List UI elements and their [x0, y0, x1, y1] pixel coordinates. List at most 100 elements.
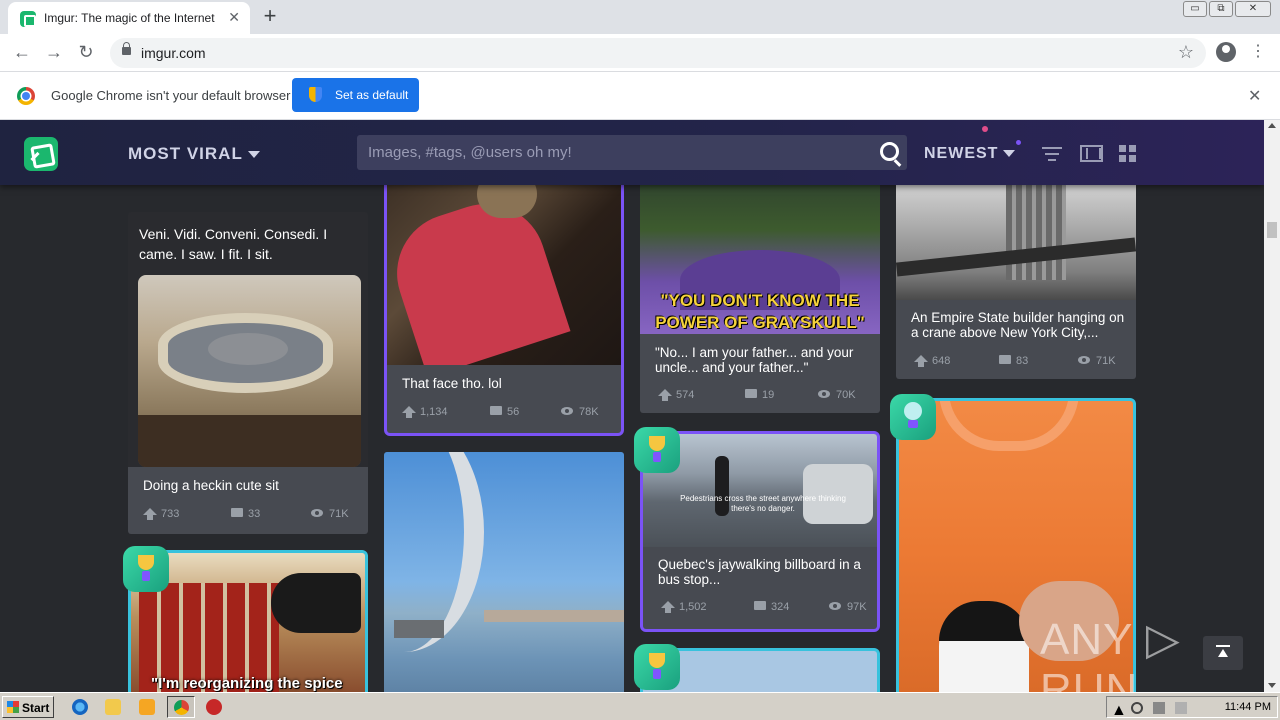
minimize-button[interactable]: ▭ [1183, 1, 1207, 17]
meme-text: "YOU DON'T KNOW THE POWER OF GRAYSKULL" [655, 291, 865, 332]
restore-button[interactable]: ⧉ [1209, 1, 1233, 17]
flag-icon[interactable] [1175, 702, 1187, 714]
scroll-down-arrow-icon[interactable] [1268, 683, 1276, 688]
tab-close-icon[interactable]: ✕ [228, 9, 240, 26]
comment-count: 56 [489, 406, 520, 418]
back-arrow-icon[interactable]: ← [10, 42, 34, 63]
system-tray: ▲ 11:44 PM [1106, 696, 1278, 719]
post-image[interactable] [387, 170, 621, 365]
post-image[interactable] [138, 275, 361, 467]
post-image[interactable]: "YOU DON'T KNOW THE POWER OF GRAYSKULL" [640, 160, 880, 334]
browser-tab[interactable]: Imgur: The magic of the Internet ✕ [8, 2, 250, 34]
shirt-collar-shape [939, 401, 1079, 451]
upvote-count: 1,502 [661, 601, 707, 613]
reload-icon[interactable]: ↻ [74, 42, 98, 63]
section-label: MOST VIRAL [128, 144, 243, 163]
imgur-header: MOST VIRAL NEWEST [0, 120, 1264, 185]
search-bar[interactable] [357, 135, 907, 170]
view-count: 97K [829, 601, 867, 613]
cat-shape [208, 333, 288, 365]
post-card[interactable]: Veni. Vidi. Conveni. Consedi. I came. I … [128, 212, 368, 534]
chrome-taskbar-button[interactable] [167, 696, 195, 718]
post-card[interactable] [384, 452, 624, 692]
infobar-close-icon[interactable]: ✕ [1248, 86, 1261, 106]
single-view-icon[interactable] [1080, 145, 1103, 162]
billboard-text: Pedestrians cross the street anywhere th… [680, 494, 846, 513]
back-to-top-button[interactable] [1203, 636, 1243, 670]
post-card[interactable]: That face tho. lol 1,134 56 78K [387, 170, 621, 433]
upvote-count: 574 [657, 389, 695, 401]
address-bar[interactable]: imgur.com ☆ [110, 38, 1206, 68]
post-title[interactable]: That face tho. lol [402, 376, 502, 391]
view-count: 71K [311, 508, 349, 520]
upvote-count: 1,134 [402, 406, 448, 418]
filter-icon[interactable] [1042, 147, 1062, 161]
lock-icon[interactable] [122, 42, 131, 55]
page-scrollbar[interactable] [1264, 120, 1280, 692]
boat-shape [394, 620, 444, 638]
comment-count: 19 [744, 389, 775, 401]
new-tab-button[interactable]: + [258, 4, 282, 28]
post-title[interactable]: Doing a heckin cute sit [143, 478, 279, 493]
trophy-badge [123, 546, 169, 592]
kitten-fur-shape [939, 601, 1029, 641]
decor-dot [982, 126, 988, 132]
trophy-icon [138, 555, 154, 581]
imgur-favicon-icon [20, 11, 36, 27]
view-count: 70K [818, 389, 856, 401]
chrome-menu-icon[interactable]: ⋮ [1250, 41, 1266, 61]
post-image[interactable] [384, 452, 624, 692]
media-player-icon[interactable] [139, 699, 155, 715]
sort-label: NEWEST [924, 145, 999, 162]
post-stats: 648 83 71K [911, 353, 1121, 369]
post-card[interactable]: "YOU DON'T KNOW THE POWER OF GRAYSKULL" … [640, 160, 880, 413]
skyscraper-shape [1006, 180, 1066, 280]
post-stats: 1,134 56 78K [402, 404, 606, 420]
grid-view-icon[interactable] [1119, 145, 1137, 163]
lightbulb-icon [904, 402, 922, 428]
child-shape [387, 188, 571, 365]
set-as-default-label: Set as default [335, 88, 409, 102]
bookmark-star-icon[interactable]: ☆ [1178, 42, 1194, 63]
internet-explorer-icon[interactable] [72, 699, 88, 715]
network-icon[interactable] [1153, 702, 1165, 714]
meme-text: "I'm reorganizing the spice [151, 675, 343, 692]
chrome-logo-icon [17, 87, 35, 105]
post-stats: 1,502 324 97K [658, 599, 867, 615]
imgur-page: MOST VIRAL NEWEST Veni. Vidi. Conveni. C… [0, 120, 1264, 692]
post-title[interactable]: An Empire State builder hanging on a cra… [911, 310, 1126, 340]
folder-icon[interactable] [105, 699, 121, 715]
comment-count: 33 [230, 508, 261, 520]
search-icon[interactable] [880, 142, 899, 161]
search-input[interactable] [357, 135, 867, 170]
post-title[interactable]: "No... I am your father... and your uncl… [655, 345, 867, 375]
view-count: 71K [1078, 355, 1116, 367]
clock[interactable]: 11:44 PM [1225, 701, 1271, 713]
caret-down-icon [1003, 150, 1016, 158]
upvote-count: 733 [142, 508, 180, 520]
arm-shape [271, 573, 361, 633]
default-browser-infobar: Google Chrome isn't your default browser… [0, 72, 1280, 120]
post-title[interactable]: Quebec's jaywalking billboard in a bus s… [658, 557, 868, 587]
volume-icon[interactable] [1131, 702, 1143, 714]
imgur-logo[interactable] [24, 137, 58, 171]
shoreline-shape [484, 610, 624, 622]
windows-taskbar: Start ▲ 11:44 PM [0, 692, 1280, 720]
profile-avatar-icon[interactable] [1216, 42, 1236, 62]
sort-dropdown[interactable]: NEWEST [924, 145, 1016, 163]
post-card[interactable]: An Empire State builder hanging on a cra… [896, 160, 1136, 379]
security-tool-icon[interactable] [206, 699, 222, 715]
shield-icon [309, 87, 322, 102]
url-text[interactable]: imgur.com [141, 45, 206, 61]
window-close-button[interactable]: ✕ [1235, 1, 1271, 17]
set-as-default-button[interactable]: Set as default [292, 78, 419, 112]
comment-count: 324 [753, 601, 790, 613]
section-dropdown[interactable]: MOST VIRAL [128, 144, 260, 164]
forward-arrow-icon[interactable]: → [42, 42, 66, 63]
start-button[interactable]: Start [2, 696, 54, 718]
post-stats: 733 33 71K [142, 506, 353, 522]
caret-down-icon [247, 151, 260, 159]
scrollbar-thumb[interactable] [1267, 222, 1277, 238]
scroll-up-arrow-icon[interactable] [1268, 123, 1276, 128]
tray-expand-icon[interactable]: ▲ [1111, 702, 1127, 719]
